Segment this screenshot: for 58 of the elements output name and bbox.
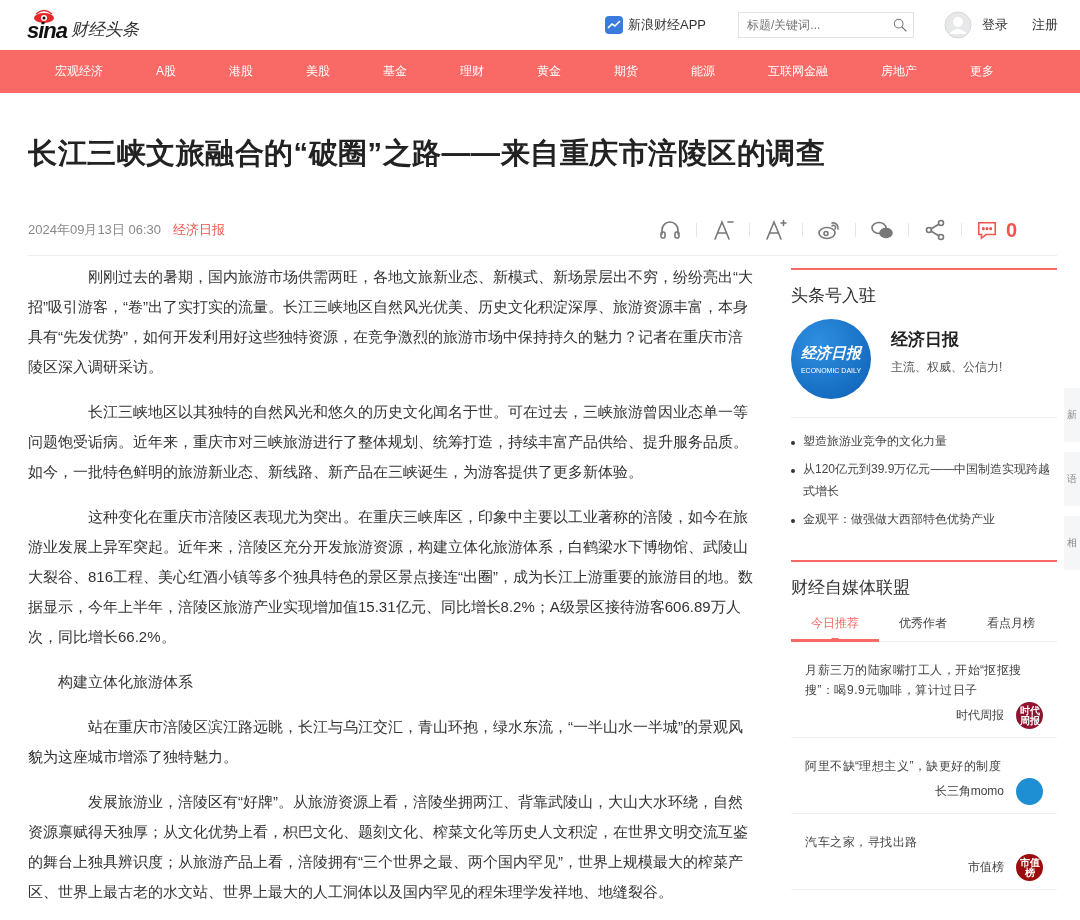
nav-link[interactable]: 期货 bbox=[614, 63, 638, 80]
article-link[interactable]: 月薪三万的陆家嘴打工人，开始“抠抠搜搜”：喝9.9元咖啡，算计过日子 bbox=[805, 660, 1043, 700]
tab[interactable]: 看点月榜 bbox=[967, 611, 1055, 641]
article-title: 长江三峡文旅融合的“破圈”之路——来自重庆市涪陵区的调查 bbox=[28, 136, 826, 171]
paragraph: 长江三峡地区以其独特的自然风光和悠久的历史文化闻名于世。可在过去，三峡旅游曾因业态单一等问题饱受诟病。近年来，重庆市对三峡旅游进行了整体规划、统筹打造，持续丰富产品供给、提升服务品质。如今，一批特色鲜明的旅游新业态、新线路、新产品在三峡诞生，为游客提供了更多新体验。 bbox=[28, 402, 749, 482]
article-link[interactable]: 阿里不缺“理想主义”，缺更好的制度 bbox=[805, 756, 1043, 776]
nav-link[interactable]: 黄金 bbox=[537, 63, 561, 80]
bullet-icon bbox=[791, 469, 795, 473]
app-download-link[interactable]: 新浪财经APP bbox=[605, 16, 706, 34]
side-tab[interactable]: 新 bbox=[1064, 388, 1080, 442]
nav-link[interactable]: A股 bbox=[156, 63, 176, 80]
register-link[interactable]: 注册 bbox=[1032, 16, 1058, 34]
headphones-icon[interactable] bbox=[657, 218, 682, 242]
article-link[interactable]: 金观平：做强做大西部特色优势产业 bbox=[803, 508, 995, 530]
article-link[interactable]: 从120亿元到39.9万亿元——中国制造实现跨越式增长 bbox=[803, 458, 1057, 502]
publish-date: 2024年09月13日 06:30 bbox=[28, 221, 161, 239]
side-tab[interactable]: 语 bbox=[1064, 452, 1080, 506]
nav-link[interactable]: 宏观经济 bbox=[55, 63, 103, 80]
author-name: 时代周报 bbox=[956, 707, 1004, 724]
nav-link[interactable]: 港股 bbox=[229, 63, 253, 80]
app-icon bbox=[605, 16, 623, 34]
author-name: 市值榜 bbox=[968, 859, 1004, 876]
nav-link[interactable]: 美股 bbox=[306, 63, 330, 80]
logo-wordmark[interactable]: sina bbox=[27, 19, 68, 42]
login-link[interactable]: 登录 bbox=[982, 16, 1008, 34]
nav-link[interactable]: 基金 bbox=[383, 63, 407, 80]
paragraph: 站在重庆市涪陵区滨江路远眺，长江与乌江交汇，青山环抱，绿水东流，“一半山水一半城”的景观风貌为这座城市增添了独特魅力。 bbox=[28, 717, 744, 767]
side-tab[interactable]: 相 bbox=[1064, 516, 1080, 570]
nav-link[interactable]: 房地产 bbox=[881, 63, 917, 80]
bullet-icon bbox=[791, 519, 795, 523]
nav-link[interactable]: 能源 bbox=[691, 63, 715, 80]
paragraph: 这种变化在重庆市涪陵区表现尤为突出。在重庆三峡库区，印象中主要以工业著称的涪陵，如今在旅游业发展上异军突起。近年来，涪陵区充分开发旅游资源，构建立体化旅游体系，白鹤梁水下博物馆、武陵山大裂谷、816工程、美心红酒小镇等多个独具特色的景区景点接连“出圈”，成为长江上游重要的旅游目的地。数据显示，今年上半年，涪陵区旅游产业实现增加值15.31亿元、同比增长8.2%；A级景区接待游客606.89万人次，同比增长66.2%。 bbox=[28, 507, 755, 647]
nav-link[interactable]: 互联网金融 bbox=[768, 63, 828, 80]
author-avatar: 时代周报 bbox=[1016, 702, 1043, 729]
source-link[interactable]: 经济日报 bbox=[173, 221, 225, 239]
account-slogan: 主流、权威、公信力! bbox=[891, 359, 1003, 376]
article-link[interactable]: 塑造旅游业竞争的文化力量 bbox=[803, 430, 947, 452]
comments-link[interactable]: 0 bbox=[975, 218, 1017, 242]
section-heading: 构建立体化旅游体系 bbox=[57, 672, 194, 692]
paragraph: 刚刚过去的暑期，国内旅游市场供需两旺，各地文旅新业态、新模式、新场景层出不穷，纷纷亮出“大招”吸引游客，“卷”出了实打实的流量。长江三峡地区自然风光优美、历史文化积淀深厚、旅游资源丰富，本身具有“先发优势”，如何开发利用好这些独特资源，在竞争激烈的旅游市场中保持持久的魅力？记者在重庆市涪陵区深入调研采访。 bbox=[28, 267, 754, 377]
account-name[interactable]: 经济日报 bbox=[891, 328, 1003, 351]
nav-link[interactable]: 理财 bbox=[460, 63, 484, 80]
author-name: 长三角momo bbox=[934, 783, 1004, 800]
comment-icon bbox=[975, 219, 998, 241]
font-increase-icon[interactable] bbox=[763, 218, 788, 242]
section-heading: 头条号入驻 bbox=[791, 285, 877, 307]
paragraph: 发展旅游业，涪陵区有“好牌”。从旅游资源上看，涪陵坐拥两江、背靠武陵山，大山大水环绕，自然资源禀赋得天独厚；从文化优势上看，枳巴文化、题刻文化、榨菜文化等历史人文积淀，在世界文明交流互鉴的舞台上独具辨识度；从旅游产品上看，涪陵拥有“三个世界之最、两个国内罕见”，世界上规模最大的榨菜产区、世界上最古老的水文站、世界上最大的人工洞体以及国内罕见的程朱理学发祥地、地缝裂谷。 bbox=[28, 792, 749, 902]
article-link[interactable]: 汽车之家，寻找出路 bbox=[805, 832, 1043, 852]
bullet-icon bbox=[791, 441, 795, 445]
eye-icon bbox=[33, 8, 55, 23]
search-field[interactable]: 标题/关键词... bbox=[738, 12, 914, 38]
tab[interactable]: 优秀作者 bbox=[879, 611, 967, 641]
tab[interactable]: 今日推荐 bbox=[791, 611, 879, 642]
search-icon[interactable] bbox=[892, 17, 908, 33]
nav-link[interactable]: 更多 bbox=[970, 63, 994, 80]
site-name[interactable]: 财经头条 bbox=[71, 17, 140, 42]
author-avatar: 市值榜 bbox=[1016, 854, 1043, 881]
section-heading: 财经自媒体联盟 bbox=[791, 577, 911, 599]
